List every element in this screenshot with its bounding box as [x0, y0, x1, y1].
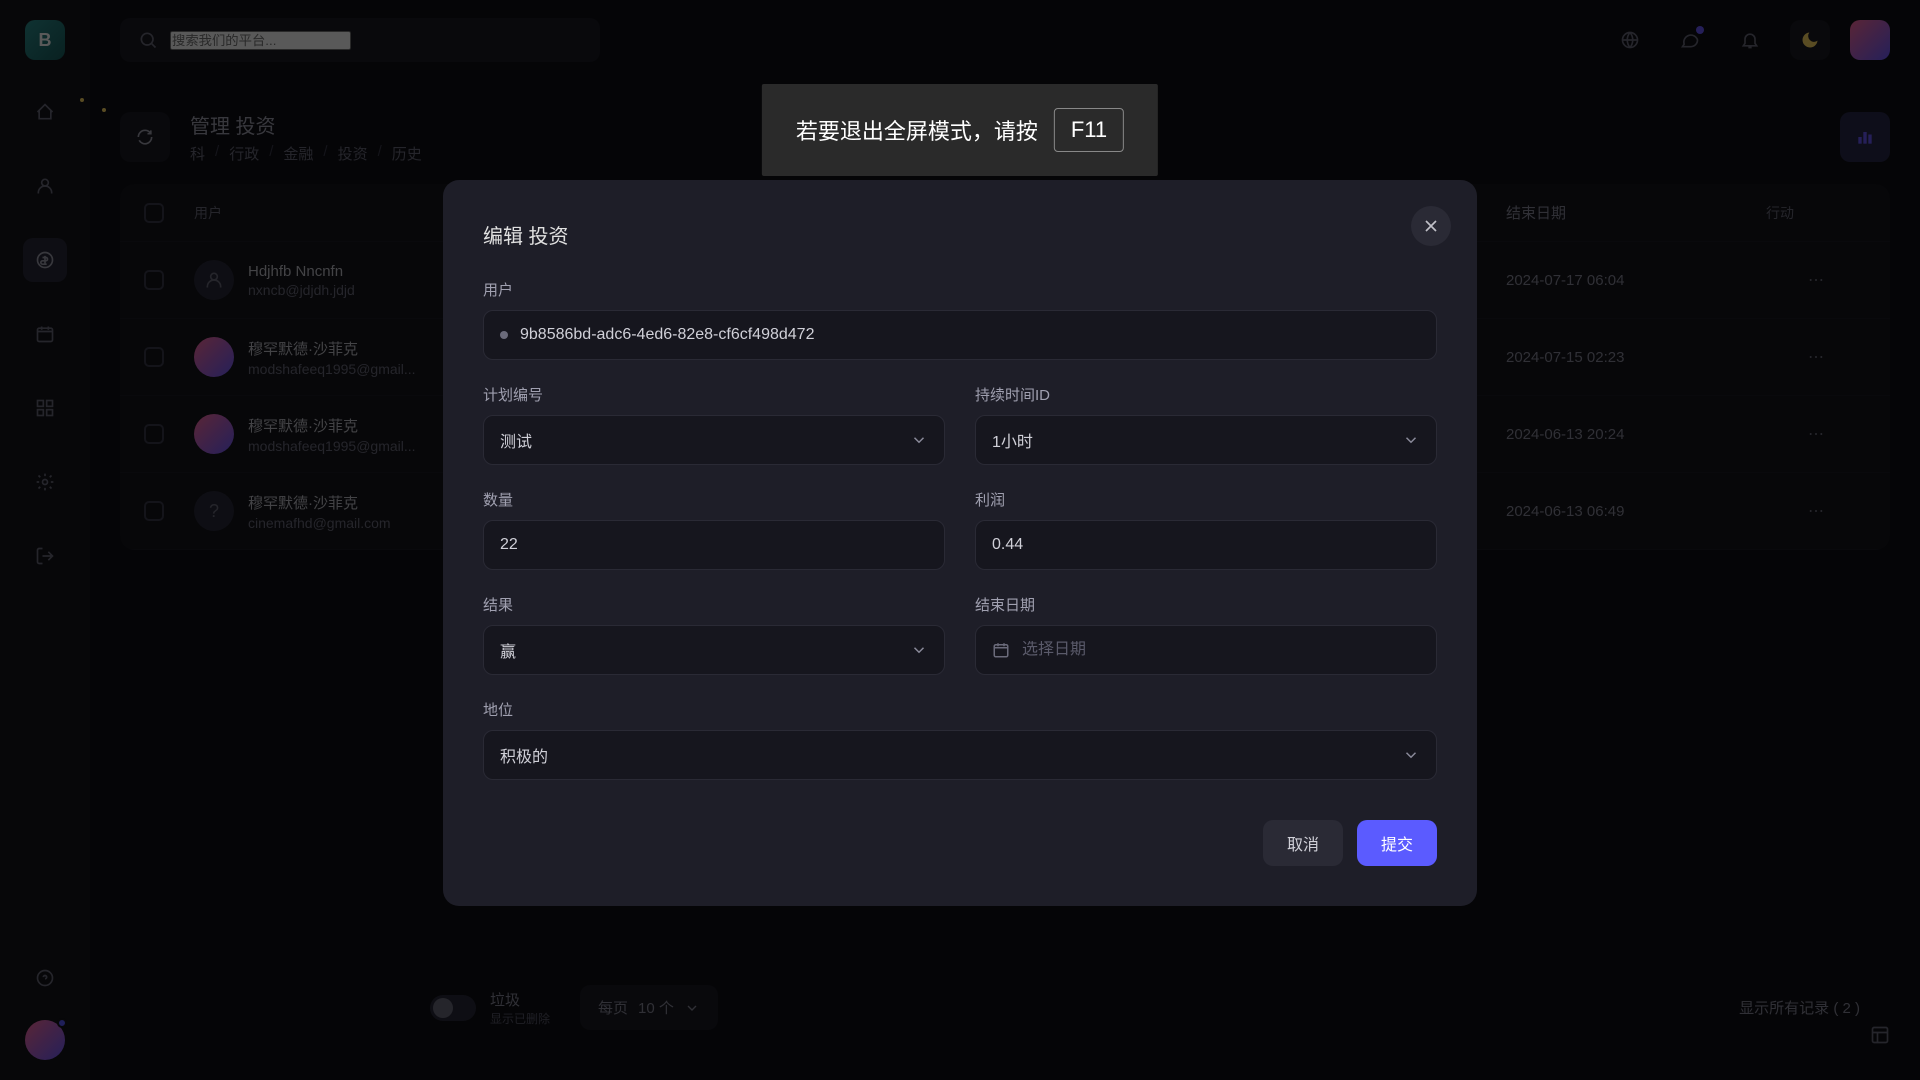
plan-label: 计划编号	[483, 384, 945, 405]
chevron-down-icon	[910, 641, 928, 659]
user-field[interactable]: 9b8586bd-adc6-4ed6-82e8-cf6cf498d472	[483, 310, 1437, 360]
plan-select[interactable]: 测试	[483, 415, 945, 465]
end-date-label: 结束日期	[975, 594, 1437, 615]
chevron-down-icon	[1402, 431, 1420, 449]
result-label: 结果	[483, 594, 945, 615]
calendar-icon	[992, 641, 1010, 659]
chevron-down-icon	[910, 431, 928, 449]
profit-label: 利润	[975, 489, 1437, 510]
duration-select[interactable]: 1小时	[975, 415, 1437, 465]
cancel-button[interactable]: 取消	[1263, 820, 1343, 866]
amount-input[interactable]	[483, 520, 945, 570]
duration-label: 持续时间ID	[975, 384, 1437, 405]
end-date-input[interactable]	[975, 625, 1437, 675]
amount-label: 数量	[483, 489, 945, 510]
modal-title: 编辑 投资	[483, 220, 1437, 249]
profit-input[interactable]	[975, 520, 1437, 570]
submit-button[interactable]: 提交	[1357, 820, 1437, 866]
edit-investment-modal: 编辑 投资 用户 9b8586bd-adc6-4ed6-82e8-cf6cf49…	[443, 180, 1477, 906]
fullscreen-hint: 若要退出全屏模式，请按 F11	[762, 84, 1158, 176]
result-select[interactable]: 赢	[483, 625, 945, 675]
close-icon	[1421, 216, 1441, 236]
modal-close-button[interactable]	[1411, 206, 1451, 246]
chevron-down-icon	[1402, 746, 1420, 764]
status-label: 地位	[483, 699, 1437, 720]
f11-key: F11	[1054, 108, 1124, 152]
user-label: 用户	[483, 279, 1437, 300]
status-select[interactable]: 积极的	[483, 730, 1437, 780]
